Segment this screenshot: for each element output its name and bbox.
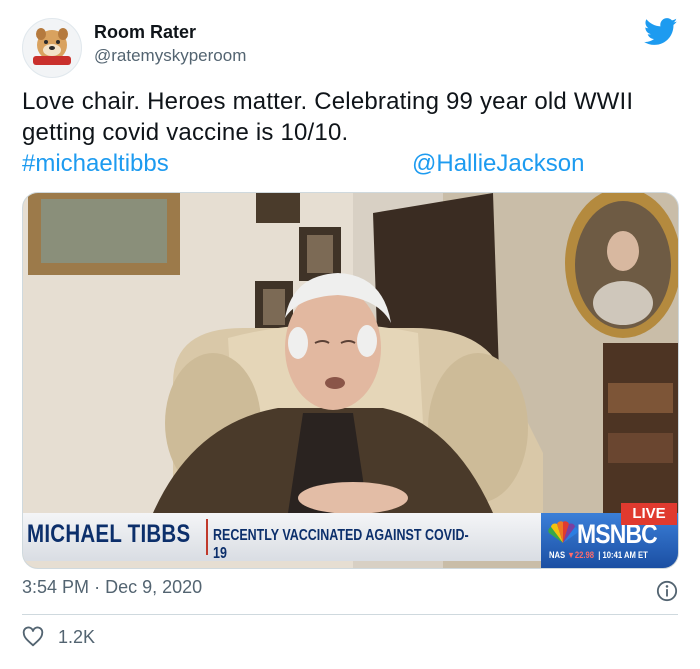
like-count: 1.2K: [58, 627, 96, 647]
meta-separator: ·: [94, 577, 101, 597]
hashtag-link[interactable]: #michaeltibbs: [22, 148, 169, 179]
live-badge: LIVE: [621, 503, 677, 525]
ticker-time: 10:41 AM ET: [602, 550, 648, 560]
author-display-name[interactable]: Room Rater: [94, 22, 196, 43]
lower-third-bar: MICHAEL TIBBS RECENTLY VACCINATED AGAINS…: [23, 513, 541, 562]
info-icon[interactable]: [656, 580, 678, 602]
video-scene-illustration: [23, 193, 678, 568]
market-ticker: NAS ▼22.98 | 10:41 AM ET: [549, 550, 648, 560]
tweet-text: Love chair. Heroes matter. Celebrating 9…: [22, 88, 634, 146]
ticker-label: NAS: [549, 550, 566, 560]
mention-link[interactable]: @HallieJackson: [412, 148, 584, 179]
footer-divider: [22, 614, 678, 615]
bulldog-avatar-icon: [23, 19, 81, 77]
lower-third-divider: [206, 519, 208, 555]
tweet-media-video-still[interactable]: MICHAEL TIBBS RECENTLY VACCINATED AGAINS…: [22, 192, 679, 569]
tweet-tags: #michaeltibbs @HallieJackson: [22, 148, 672, 180]
news-lower-third: MICHAEL TIBBS RECENTLY VACCINATED AGAINS…: [23, 503, 678, 568]
heart-icon[interactable]: [22, 626, 44, 648]
tweet-time: 3:54 PM: [22, 577, 90, 597]
tweet-date: Dec 9, 2020: [105, 577, 203, 597]
author-handle[interactable]: @ratemyskyperoom: [94, 46, 246, 66]
lower-third-name: MICHAEL TIBBS: [27, 520, 191, 548]
tweet-timestamp[interactable]: 3:54 PM · Dec 9, 2020: [22, 577, 202, 598]
author-avatar[interactable]: [22, 18, 82, 78]
lower-third-subtitle: RECENTLY VACCINATED AGAINST COVID-19: [213, 527, 469, 562]
twitter-bird-icon[interactable]: [644, 18, 678, 46]
peacock-icon: [548, 521, 578, 543]
ticker-value: ▼22.98: [567, 550, 595, 560]
